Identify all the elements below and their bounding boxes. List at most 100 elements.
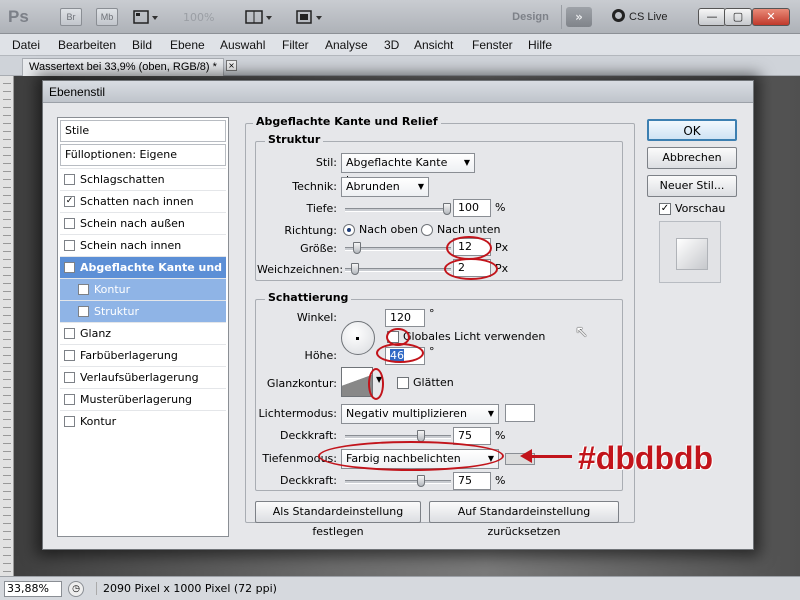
- preview-checkbox[interactable]: ✓: [659, 203, 671, 215]
- menu-bar: Datei Bearbeiten Bild Ebene Auswahl Filt…: [0, 34, 800, 56]
- technique-select[interactable]: Abrunden ▼: [341, 177, 429, 197]
- style-item-bevel-emboss[interactable]: ✓Abgeflachte Kante und Relief: [60, 256, 226, 296]
- style-checkbox[interactable]: [64, 350, 75, 361]
- photoshop-logo: Ps: [8, 7, 29, 26]
- style-item-label: Verlaufsüberlagerung: [80, 371, 199, 384]
- style-checkbox[interactable]: [64, 328, 75, 339]
- cs-live-button[interactable]: CS Live: [612, 9, 668, 23]
- shadow-opacity-thumb[interactable]: [417, 475, 425, 487]
- menu-ebene[interactable]: Ebene: [170, 38, 205, 52]
- style-checkbox[interactable]: [64, 218, 75, 229]
- shadow-opacity-input[interactable]: 75: [453, 472, 491, 490]
- style-item-gradient-overlay[interactable]: Verlaufsüberlagerung: [60, 366, 226, 388]
- make-default-button[interactable]: Als Standardeinstellung festlegen: [255, 501, 421, 538]
- style-item-drop-shadow[interactable]: Schlagschatten: [60, 168, 226, 190]
- highlight-mode-select[interactable]: Negativ multiplizieren ▼: [341, 404, 499, 424]
- minimize-button[interactable]: —: [698, 8, 726, 26]
- screen-mode-icon[interactable]: [294, 8, 322, 26]
- highlight-color-swatch[interactable]: [505, 404, 535, 422]
- maximize-button[interactable]: ▢: [724, 8, 752, 26]
- mouse-cursor-icon: ↖: [575, 322, 589, 341]
- direction-up-radio[interactable]: [343, 224, 355, 236]
- annotation-color-code: #dbdbdb: [578, 440, 714, 476]
- dialog-title: Ebenenstil: [43, 81, 753, 103]
- style-item-color-overlay[interactable]: Farbüberlagerung: [60, 344, 226, 366]
- reset-default-button[interactable]: Auf Standardeinstellung zurücksetzen: [429, 501, 619, 538]
- menu-datei[interactable]: Datei: [12, 38, 40, 52]
- menu-hilfe[interactable]: Hilfe: [528, 38, 552, 52]
- menu-bild[interactable]: Bild: [132, 38, 152, 52]
- depth-input[interactable]: 100: [453, 199, 491, 217]
- styles-header[interactable]: Stile: [60, 120, 226, 142]
- size-slider[interactable]: [345, 242, 451, 254]
- new-style-button[interactable]: Neuer Stil...: [647, 175, 737, 197]
- depth-slider-thumb[interactable]: [443, 203, 451, 215]
- style-checkbox[interactable]: [64, 416, 75, 427]
- style-checkbox[interactable]: [64, 394, 75, 405]
- workspace-more-icon[interactable]: »: [566, 7, 592, 27]
- annotation-circle-soften: [444, 258, 498, 280]
- shadow-opacity-slider[interactable]: [345, 475, 451, 487]
- status-zoom-field[interactable]: 33,88%: [4, 581, 62, 597]
- style-item-outer-glow[interactable]: Schein nach außen: [60, 212, 226, 234]
- anti-aliased-checkbox[interactable]: [397, 377, 409, 389]
- style-item-satin[interactable]: Glanz: [60, 322, 226, 344]
- depth-slider[interactable]: [345, 203, 451, 215]
- soften-slider-thumb[interactable]: [351, 263, 359, 275]
- angle-label: Winkel:: [296, 311, 337, 324]
- blending-options-item[interactable]: Fülloptionen: Eigene: [60, 144, 226, 166]
- status-bar: 33,88% ◷ 2090 Pixel x 1000 Pixel (72 ppi…: [0, 576, 800, 600]
- style-item-label: Farbüberlagerung: [80, 349, 178, 362]
- menu-fenster[interactable]: Fenster: [472, 38, 513, 52]
- status-info-icon[interactable]: ◷: [68, 581, 84, 597]
- style-select[interactable]: Abgeflachte Kante innen▼: [341, 153, 475, 187]
- chevron-down-icon: ▼: [463, 158, 470, 167]
- size-label: Größe:: [300, 242, 337, 255]
- style-checkbox[interactable]: [78, 284, 89, 295]
- style-item-contour-sub[interactable]: Kontur: [60, 278, 226, 300]
- altitude-unit: °: [429, 345, 435, 358]
- document-tab[interactable]: Wassertext bei 33,9% (oben, RGB/8) *: [22, 58, 224, 76]
- style-checkbox[interactable]: ✓: [64, 196, 75, 207]
- global-light-label: Globales Licht verwenden: [403, 330, 546, 343]
- status-document-info[interactable]: 2090 Pixel x 1000 Pixel (72 ppi): [96, 582, 277, 595]
- workspace-design-button[interactable]: Design: [500, 5, 562, 29]
- menu-ansicht[interactable]: Ansicht: [414, 38, 453, 52]
- highlight-opacity-slider[interactable]: [345, 430, 451, 442]
- document-close-icon[interactable]: ×: [226, 60, 237, 71]
- style-checkbox[interactable]: [64, 240, 75, 251]
- style-checkbox[interactable]: [64, 174, 75, 185]
- ok-button[interactable]: OK: [647, 119, 737, 141]
- style-item-pattern-overlay[interactable]: Musterüberlagerung: [60, 388, 226, 410]
- close-button[interactable]: ✕: [752, 8, 790, 26]
- menu-3d[interactable]: 3D: [384, 38, 399, 52]
- menu-filter[interactable]: Filter: [282, 38, 309, 52]
- layer-style-dialog: Ebenenstil Stile Fülloptionen: Eigene Sc…: [42, 80, 754, 550]
- style-item-stroke[interactable]: Kontur: [60, 410, 226, 432]
- menu-analyse[interactable]: Analyse: [325, 38, 368, 52]
- direction-down-radio[interactable]: [421, 224, 433, 236]
- minibridge-button[interactable]: Mb: [96, 8, 118, 26]
- style-checkbox[interactable]: [64, 372, 75, 383]
- zoom-level[interactable]: 100%: [183, 11, 214, 24]
- highlight-opacity-label: Deckkraft:: [280, 429, 337, 442]
- menu-auswahl[interactable]: Auswahl: [220, 38, 265, 52]
- style-item-texture-sub[interactable]: Struktur: [60, 300, 226, 322]
- size-slider-thumb[interactable]: [353, 242, 361, 254]
- style-checkbox[interactable]: ✓: [64, 262, 75, 273]
- soften-slider[interactable]: [345, 263, 451, 275]
- chevron-down-icon: ▼: [417, 182, 424, 191]
- angle-dial[interactable]: [341, 321, 375, 355]
- bridge-button[interactable]: Br: [60, 8, 82, 26]
- menu-bearbeiten[interactable]: Bearbeiten: [58, 38, 116, 52]
- highlight-mode-value: Negativ multiplizieren: [346, 407, 467, 420]
- style-item-inner-shadow[interactable]: ✓ Schatten nach innen: [60, 190, 226, 212]
- depth-label: Tiefe:: [306, 202, 337, 215]
- angle-input[interactable]: 120: [385, 309, 425, 327]
- style-item-inner-glow[interactable]: Schein nach innen: [60, 234, 226, 256]
- style-checkbox[interactable]: [78, 306, 89, 317]
- view-extras-icon[interactable]: [132, 8, 158, 26]
- arrange-documents-icon[interactable]: [244, 8, 272, 26]
- annotation-circle-contour: [368, 368, 384, 400]
- cancel-button[interactable]: Abbrechen: [647, 147, 737, 169]
